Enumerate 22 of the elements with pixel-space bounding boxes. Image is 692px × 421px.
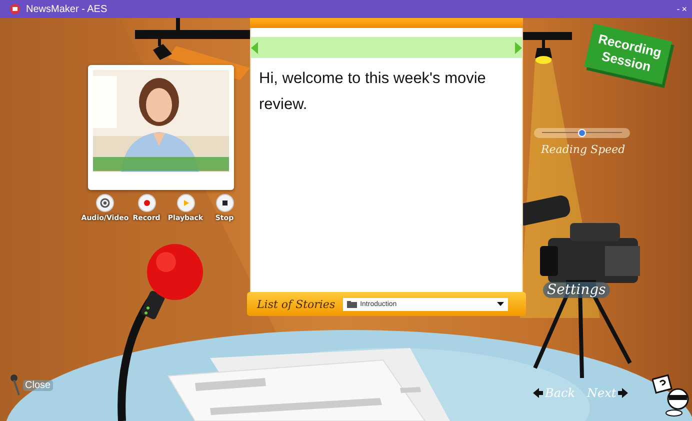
folder-icon [347, 300, 358, 308]
slider-label: Reading Speed [541, 143, 626, 156]
speed-slider[interactable] [534, 128, 630, 138]
stop-icon [216, 194, 234, 212]
stories-label: List of Stories [257, 298, 336, 310]
spotlight-drawing [523, 32, 572, 64]
record-icon [138, 194, 156, 212]
minimize-button[interactable]: - [676, 4, 681, 14]
app-icon [10, 4, 20, 14]
close-window-button[interactable]: × [682, 4, 688, 14]
left-marker-icon [251, 42, 258, 54]
window-title: NewsMaker - AES [26, 4, 108, 14]
caret-icon [497, 302, 504, 306]
help-mascot-icon[interactable] [652, 373, 690, 417]
left-arrow-icon [533, 388, 543, 398]
right-marker-icon [515, 42, 522, 54]
microphone-icon [10, 374, 20, 396]
speaker-icon [96, 194, 114, 212]
right-arrow-icon [618, 388, 628, 398]
slider-thumb[interactable] [578, 129, 586, 137]
script-text: Hi, welcome to this week's movie review. [258, 69, 487, 115]
play-icon [176, 194, 194, 212]
